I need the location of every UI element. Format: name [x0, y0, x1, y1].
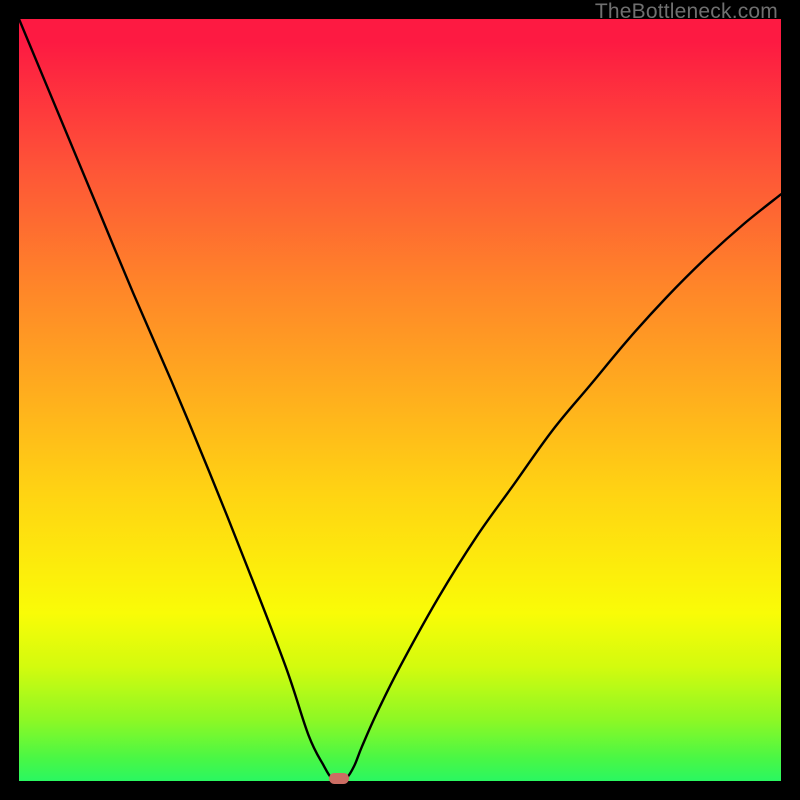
watermark-text: TheBottleneck.com	[595, 0, 778, 24]
chart-frame: TheBottleneck.com	[0, 0, 800, 800]
plot-area	[19, 19, 781, 781]
bottleneck-curve	[19, 19, 781, 781]
optimal-marker	[329, 773, 349, 784]
